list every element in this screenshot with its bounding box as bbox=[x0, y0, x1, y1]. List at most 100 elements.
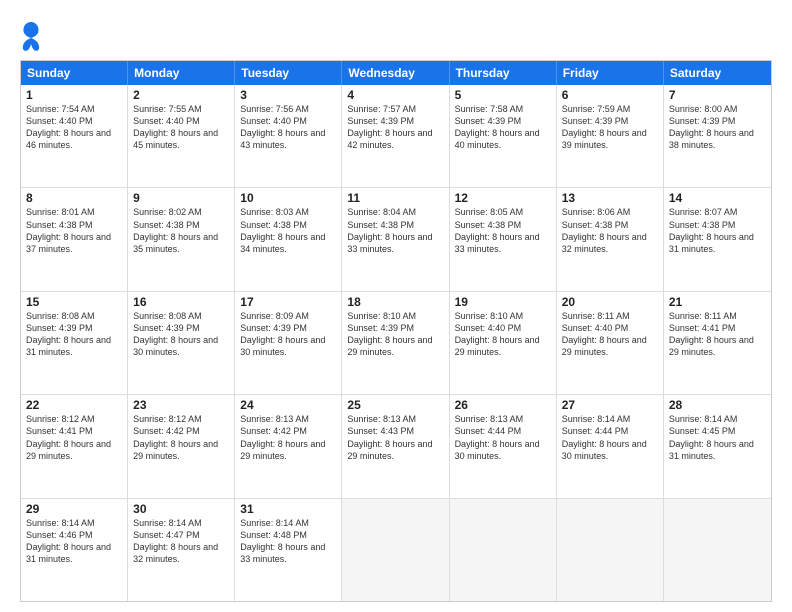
calendar-row: 1Sunrise: 7:54 AMSunset: 4:40 PMDaylight… bbox=[21, 85, 771, 187]
calendar-cell: 18 Sunrise: 8:10 AMSunset: 4:39 PMDayligh… bbox=[342, 292, 449, 394]
calendar-cell: 31 Sunrise: 8:14 AMSunset: 4:48 PMDayligh… bbox=[235, 499, 342, 601]
day-number: 20 bbox=[562, 295, 658, 309]
calendar-cell: 20 Sunrise: 8:11 AMSunset: 4:40 PMDayligh… bbox=[557, 292, 664, 394]
calendar-cell: 10Sunrise: 8:03 AMSunset: 4:38 PMDayligh… bbox=[235, 188, 342, 290]
cell-info: Sunrise: 8:00 AMSunset: 4:39 PMDaylight:… bbox=[669, 104, 754, 150]
calendar-cell: 30Sunrise: 8:14 AMSunset: 4:47 PMDayligh… bbox=[128, 499, 235, 601]
page: SundayMondayTuesdayWednesdayThursdayFrid… bbox=[0, 0, 792, 612]
day-number: 28 bbox=[669, 398, 766, 412]
day-number: 17 bbox=[240, 295, 336, 309]
day-number: 6 bbox=[562, 88, 658, 102]
calendar-row: 29 Sunrise: 8:14 AMSunset: 4:46 PMDayligh… bbox=[21, 498, 771, 601]
calendar-cell: 5 Sunrise: 7:58 AMSunset: 4:39 PMDaylight… bbox=[450, 85, 557, 187]
cell-info: Sunrise: 7:57 AMSunset: 4:39 PMDaylight:… bbox=[347, 104, 432, 150]
cell-info: Sunrise: 8:10 AMSunset: 4:40 PMDaylight:… bbox=[455, 311, 540, 357]
day-number: 31 bbox=[240, 502, 336, 516]
calendar-cell bbox=[450, 499, 557, 601]
calendar-cell: 6 Sunrise: 7:59 AMSunset: 4:39 PMDaylight… bbox=[557, 85, 664, 187]
calendar-header-cell: Sunday bbox=[21, 61, 128, 85]
calendar-cell: 24 Sunrise: 8:13 AMSunset: 4:42 PMDayligh… bbox=[235, 395, 342, 497]
day-number: 2 bbox=[133, 88, 229, 102]
calendar-cell: 26 Sunrise: 8:13 AMSunset: 4:44 PMDayligh… bbox=[450, 395, 557, 497]
cell-info: Sunrise: 8:11 AMSunset: 4:41 PMDaylight:… bbox=[669, 311, 754, 357]
calendar-cell: 9 Sunrise: 8:02 AMSunset: 4:38 PMDaylight… bbox=[128, 188, 235, 290]
calendar-cell: 2 Sunrise: 7:55 AMSunset: 4:40 PMDaylight… bbox=[128, 85, 235, 187]
day-number: 12 bbox=[455, 191, 551, 205]
calendar-cell: 25 Sunrise: 8:13 AMSunset: 4:43 PMDayligh… bbox=[342, 395, 449, 497]
calendar-cell: 16 Sunrise: 8:08 AMSunset: 4:39 PMDayligh… bbox=[128, 292, 235, 394]
cell-info: Sunrise: 8:02 AMSunset: 4:38 PMDaylight:… bbox=[133, 207, 218, 253]
day-number: 11 bbox=[347, 191, 443, 205]
calendar-cell: 17 Sunrise: 8:09 AMSunset: 4:39 PMDayligh… bbox=[235, 292, 342, 394]
cell-info: Sunrise: 8:14 AMSunset: 4:48 PMDaylight:… bbox=[240, 518, 325, 564]
logo bbox=[20, 20, 40, 52]
calendar-cell: 22Sunrise: 8:12 AMSunset: 4:41 PMDayligh… bbox=[21, 395, 128, 497]
calendar-cell: 28 Sunrise: 8:14 AMSunset: 4:45 PMDayligh… bbox=[664, 395, 771, 497]
calendar-header-cell: Wednesday bbox=[342, 61, 449, 85]
calendar-cell: 23 Sunrise: 8:12 AMSunset: 4:42 PMDayligh… bbox=[128, 395, 235, 497]
day-number: 24 bbox=[240, 398, 336, 412]
day-number: 8 bbox=[26, 191, 122, 205]
calendar-row: 8 Sunrise: 8:01 AMSunset: 4:38 PMDaylight… bbox=[21, 187, 771, 290]
cell-info: Sunrise: 8:07 AMSunset: 4:38 PMDaylight:… bbox=[669, 207, 754, 253]
logo-bird-icon bbox=[22, 20, 40, 52]
cell-info: Sunrise: 8:05 AMSunset: 4:38 PMDaylight:… bbox=[455, 207, 540, 253]
day-number: 30 bbox=[133, 502, 229, 516]
calendar-cell: 12 Sunrise: 8:05 AMSunset: 4:38 PMDayligh… bbox=[450, 188, 557, 290]
day-number: 15 bbox=[26, 295, 122, 309]
day-number: 14 bbox=[669, 191, 766, 205]
day-number: 21 bbox=[669, 295, 766, 309]
cell-info: Sunrise: 8:11 AMSunset: 4:40 PMDaylight:… bbox=[562, 311, 647, 357]
calendar-header-cell: Thursday bbox=[450, 61, 557, 85]
calendar-cell: 11 Sunrise: 8:04 AMSunset: 4:38 PMDayligh… bbox=[342, 188, 449, 290]
calendar-cell: 29 Sunrise: 8:14 AMSunset: 4:46 PMDayligh… bbox=[21, 499, 128, 601]
day-number: 22 bbox=[26, 398, 122, 412]
cell-info: Sunrise: 8:14 AMSunset: 4:44 PMDaylight:… bbox=[562, 414, 647, 460]
cell-info: Sunrise: 8:13 AMSunset: 4:44 PMDaylight:… bbox=[455, 414, 540, 460]
cell-info: Sunrise: 8:09 AMSunset: 4:39 PMDaylight:… bbox=[240, 311, 325, 357]
day-number: 16 bbox=[133, 295, 229, 309]
calendar-cell: 7Sunrise: 8:00 AMSunset: 4:39 PMDaylight… bbox=[664, 85, 771, 187]
calendar-header-cell: Tuesday bbox=[235, 61, 342, 85]
day-number: 10 bbox=[240, 191, 336, 205]
day-number: 18 bbox=[347, 295, 443, 309]
calendar-cell bbox=[557, 499, 664, 601]
cell-info: Sunrise: 8:08 AMSunset: 4:39 PMDaylight:… bbox=[26, 311, 111, 357]
cell-info: Sunrise: 7:56 AMSunset: 4:40 PMDaylight:… bbox=[240, 104, 325, 150]
cell-info: Sunrise: 7:55 AMSunset: 4:40 PMDaylight:… bbox=[133, 104, 218, 150]
calendar-cell: 1Sunrise: 7:54 AMSunset: 4:40 PMDaylight… bbox=[21, 85, 128, 187]
day-number: 3 bbox=[240, 88, 336, 102]
day-number: 1 bbox=[26, 88, 122, 102]
cell-info: Sunrise: 7:59 AMSunset: 4:39 PMDaylight:… bbox=[562, 104, 647, 150]
cell-info: Sunrise: 8:08 AMSunset: 4:39 PMDaylight:… bbox=[133, 311, 218, 357]
day-number: 29 bbox=[26, 502, 122, 516]
calendar-cell: 8 Sunrise: 8:01 AMSunset: 4:38 PMDaylight… bbox=[21, 188, 128, 290]
header bbox=[20, 16, 772, 52]
cell-info: Sunrise: 8:13 AMSunset: 4:42 PMDaylight:… bbox=[240, 414, 325, 460]
day-number: 9 bbox=[133, 191, 229, 205]
day-number: 25 bbox=[347, 398, 443, 412]
calendar-cell: 15 Sunrise: 8:08 AMSunset: 4:39 PMDayligh… bbox=[21, 292, 128, 394]
cell-info: Sunrise: 7:58 AMSunset: 4:39 PMDaylight:… bbox=[455, 104, 540, 150]
cell-info: Sunrise: 8:01 AMSunset: 4:38 PMDaylight:… bbox=[26, 207, 111, 253]
calendar-row: 22Sunrise: 8:12 AMSunset: 4:41 PMDayligh… bbox=[21, 394, 771, 497]
calendar-cell: 4Sunrise: 7:57 AMSunset: 4:39 PMDaylight… bbox=[342, 85, 449, 187]
calendar-header-cell: Friday bbox=[557, 61, 664, 85]
cell-info: Sunrise: 8:10 AMSunset: 4:39 PMDaylight:… bbox=[347, 311, 432, 357]
cell-info: Sunrise: 8:06 AMSunset: 4:38 PMDaylight:… bbox=[562, 207, 647, 253]
day-number: 23 bbox=[133, 398, 229, 412]
calendar-row: 15 Sunrise: 8:08 AMSunset: 4:39 PMDayligh… bbox=[21, 291, 771, 394]
calendar-cell bbox=[342, 499, 449, 601]
day-number: 13 bbox=[562, 191, 658, 205]
calendar-cell: 21 Sunrise: 8:11 AMSunset: 4:41 PMDayligh… bbox=[664, 292, 771, 394]
calendar-cell: 3 Sunrise: 7:56 AMSunset: 4:40 PMDaylight… bbox=[235, 85, 342, 187]
cell-info: Sunrise: 8:04 AMSunset: 4:38 PMDaylight:… bbox=[347, 207, 432, 253]
day-number: 26 bbox=[455, 398, 551, 412]
day-number: 5 bbox=[455, 88, 551, 102]
calendar-body: 1Sunrise: 7:54 AMSunset: 4:40 PMDaylight… bbox=[21, 85, 771, 601]
cell-info: Sunrise: 8:12 AMSunset: 4:42 PMDaylight:… bbox=[133, 414, 218, 460]
cell-info: Sunrise: 8:14 AMSunset: 4:46 PMDaylight:… bbox=[26, 518, 111, 564]
calendar: SundayMondayTuesdayWednesdayThursdayFrid… bbox=[20, 60, 772, 602]
cell-info: Sunrise: 8:14 AMSunset: 4:45 PMDaylight:… bbox=[669, 414, 754, 460]
cell-info: Sunrise: 8:13 AMSunset: 4:43 PMDaylight:… bbox=[347, 414, 432, 460]
